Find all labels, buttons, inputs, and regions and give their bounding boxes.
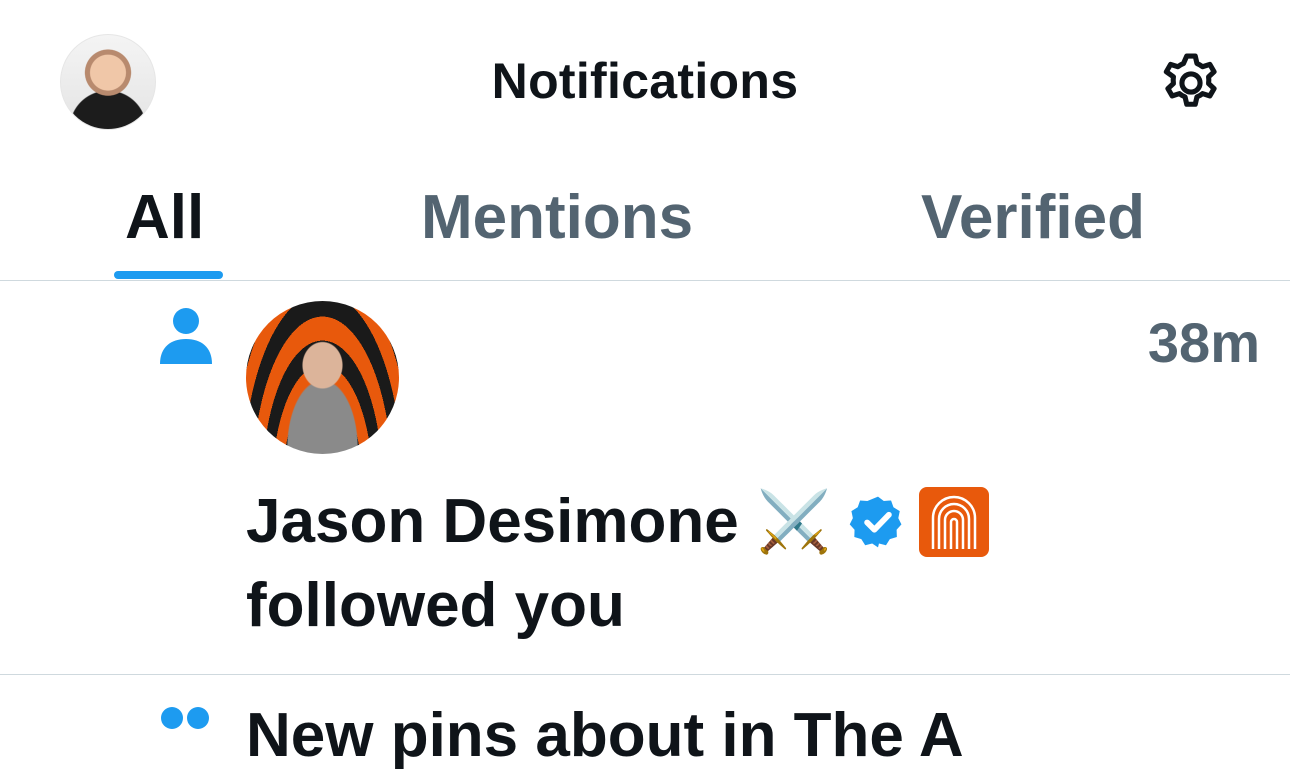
user-name[interactable]: Jason Desimone — [246, 480, 739, 564]
people-icon — [161, 707, 213, 734]
tab-verified[interactable]: Verified — [921, 182, 1145, 253]
divider — [0, 674, 1290, 675]
notification-action: followed you — [246, 571, 625, 640]
page-title: Notifications — [491, 53, 799, 109]
person-icon — [160, 308, 212, 364]
verified-badge-icon — [850, 496, 902, 548]
crossed-swords-icon: ⚔️ — [756, 487, 832, 557]
notification-text-partial: New pins about in The A — [246, 701, 964, 770]
notification-text: Jason Desimone ⚔️ followed you — [246, 480, 1246, 648]
user-avatar[interactable] — [246, 301, 399, 454]
timestamp: 38m — [1147, 311, 1260, 374]
top-bar: Notifications — [0, 0, 1290, 160]
tab-mentions[interactable]: Mentions — [421, 182, 693, 253]
gear-icon[interactable] — [1157, 49, 1225, 117]
divider — [0, 280, 1290, 281]
active-tab-indicator — [114, 271, 223, 279]
affiliate-badge-icon[interactable] — [919, 487, 990, 557]
notification-tabs: All Mentions Verified — [0, 160, 1290, 280]
tab-all[interactable]: All — [125, 182, 204, 253]
